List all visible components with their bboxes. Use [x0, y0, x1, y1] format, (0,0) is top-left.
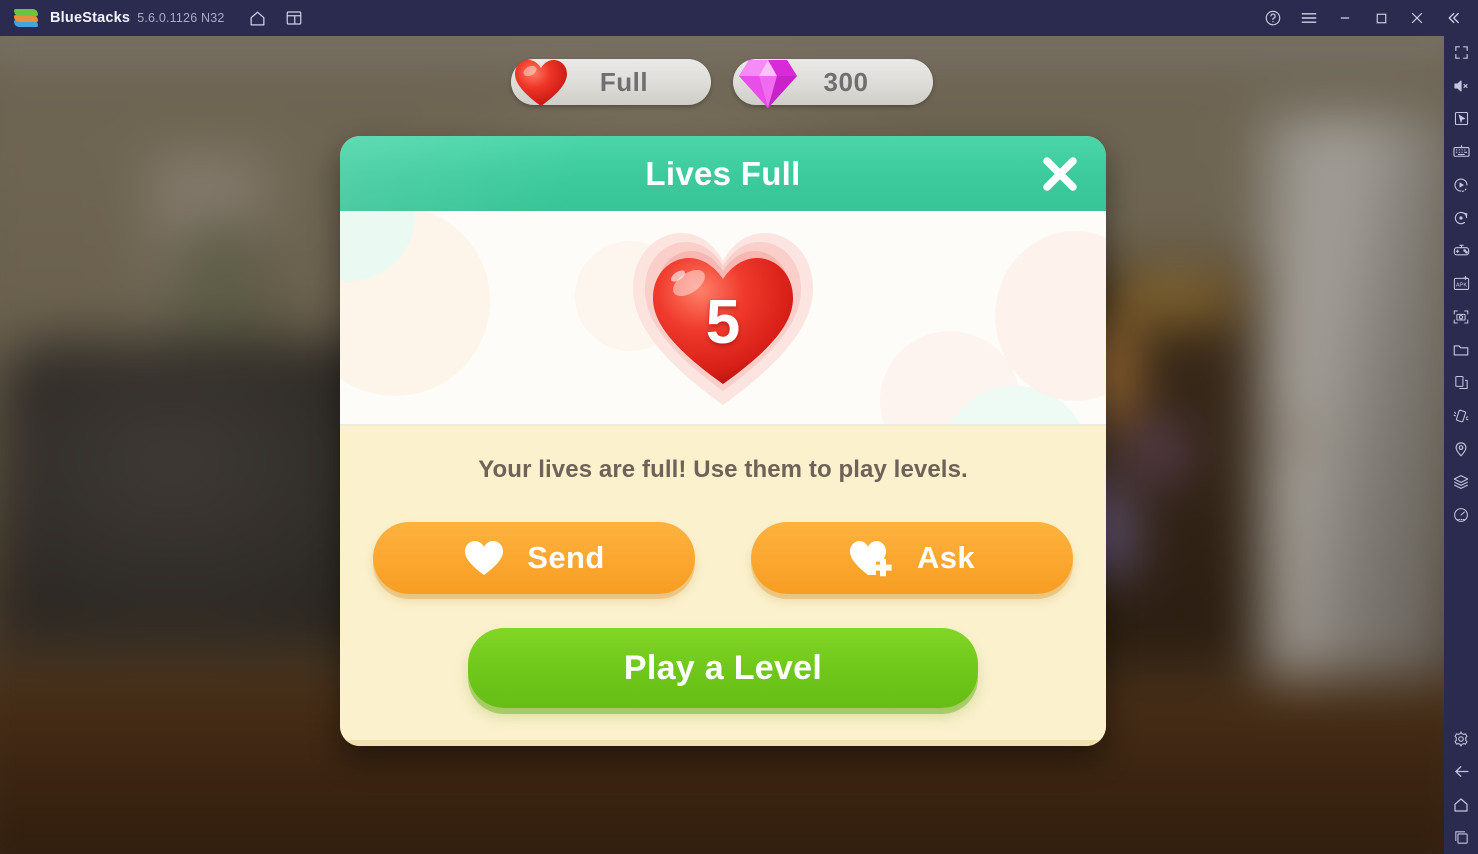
heart-plus-icon	[849, 538, 895, 578]
android-home-icon[interactable]	[1444, 788, 1478, 821]
svg-text:APK: APK	[1455, 283, 1466, 289]
close-x-icon[interactable]	[1032, 146, 1088, 202]
ask-button-label: Ask	[916, 540, 976, 575]
lives-full-dialog: Lives Full 5 Your lives are full! Use th…	[340, 136, 1106, 746]
dialog-title: Lives Full	[645, 154, 801, 192]
location-icon[interactable]	[1444, 432, 1478, 465]
app-version: 5.6.0.1126 N32	[137, 11, 225, 25]
media-folder-icon[interactable]	[1444, 333, 1478, 366]
apk-install-icon[interactable]: APK	[1444, 267, 1478, 300]
lives-counter[interactable]: Full 5	[511, 56, 711, 108]
dialog-header: Lives Full	[340, 136, 1106, 211]
bluestacks-logo	[14, 8, 38, 28]
cursor-icon[interactable]	[1444, 102, 1478, 135]
recents-icon[interactable]	[1444, 821, 1478, 854]
layers-icon[interactable]	[1444, 465, 1478, 498]
hud-bar: Full 5	[0, 56, 1444, 108]
play-a-level-button[interactable]: Play a Level	[468, 628, 978, 708]
ask-lives-button[interactable]: Ask	[751, 522, 1073, 594]
close-icon[interactable]	[1400, 3, 1434, 33]
shake-icon[interactable]	[1444, 399, 1478, 432]
minimize-icon[interactable]	[1328, 3, 1362, 33]
settings-gear-icon[interactable]	[1444, 722, 1478, 755]
app-title: BlueStacks	[50, 10, 131, 26]
rotate-icon[interactable]	[1444, 201, 1478, 234]
macro-play-icon[interactable]	[1444, 168, 1478, 201]
game-viewport[interactable]: Full 5	[0, 36, 1444, 854]
collapse-icon[interactable]	[1436, 3, 1470, 33]
hero-heart: 5	[623, 223, 823, 413]
heart-icon	[511, 57, 571, 109]
multi-instance-icon[interactable]	[1444, 366, 1478, 399]
dialog-footer: Your lives are full! Use them to play le…	[340, 426, 1106, 746]
hamburger-menu-icon[interactable]	[1292, 3, 1326, 33]
send-lives-button[interactable]: Send	[373, 522, 695, 594]
gems-counter[interactable]: 300	[733, 56, 933, 108]
titlebar: BlueStacks 5.6.0.1126 N32	[0, 0, 1478, 36]
gamepad-icon[interactable]	[1444, 234, 1478, 267]
bluestacks-sidebar: APK	[1444, 36, 1478, 854]
gem-icon	[735, 54, 801, 112]
window-controls	[1256, 3, 1478, 33]
screenshot-icon[interactable]	[1444, 300, 1478, 333]
fullscreen-icon[interactable]	[1444, 36, 1478, 69]
mute-icon[interactable]	[1444, 69, 1478, 102]
keyboard-icon[interactable]	[1444, 135, 1478, 168]
back-arrow-icon[interactable]	[1444, 755, 1478, 788]
gems-amount: 300	[823, 66, 869, 97]
play-button-label: Play a Level	[623, 648, 823, 687]
share-buttons-row: Send Ask	[340, 522, 1106, 594]
hero-heart-count: 5	[705, 288, 741, 357]
help-icon[interactable]	[1256, 3, 1290, 33]
maximize-icon[interactable]	[1364, 3, 1398, 33]
dialog-message: Your lives are full! Use them to play le…	[478, 456, 968, 483]
performance-icon[interactable]	[1444, 498, 1478, 531]
heart-icon	[463, 539, 505, 577]
home-icon[interactable]	[243, 3, 273, 33]
send-button-label: Send	[527, 540, 605, 575]
lives-status-label: Full	[599, 66, 649, 97]
dialog-hero: 5	[340, 211, 1106, 426]
app-window: BlueStacks 5.6.0.1126 N32 Full 300 Lives…	[0, 0, 1478, 854]
multi-instance-icon[interactable]	[279, 3, 309, 33]
